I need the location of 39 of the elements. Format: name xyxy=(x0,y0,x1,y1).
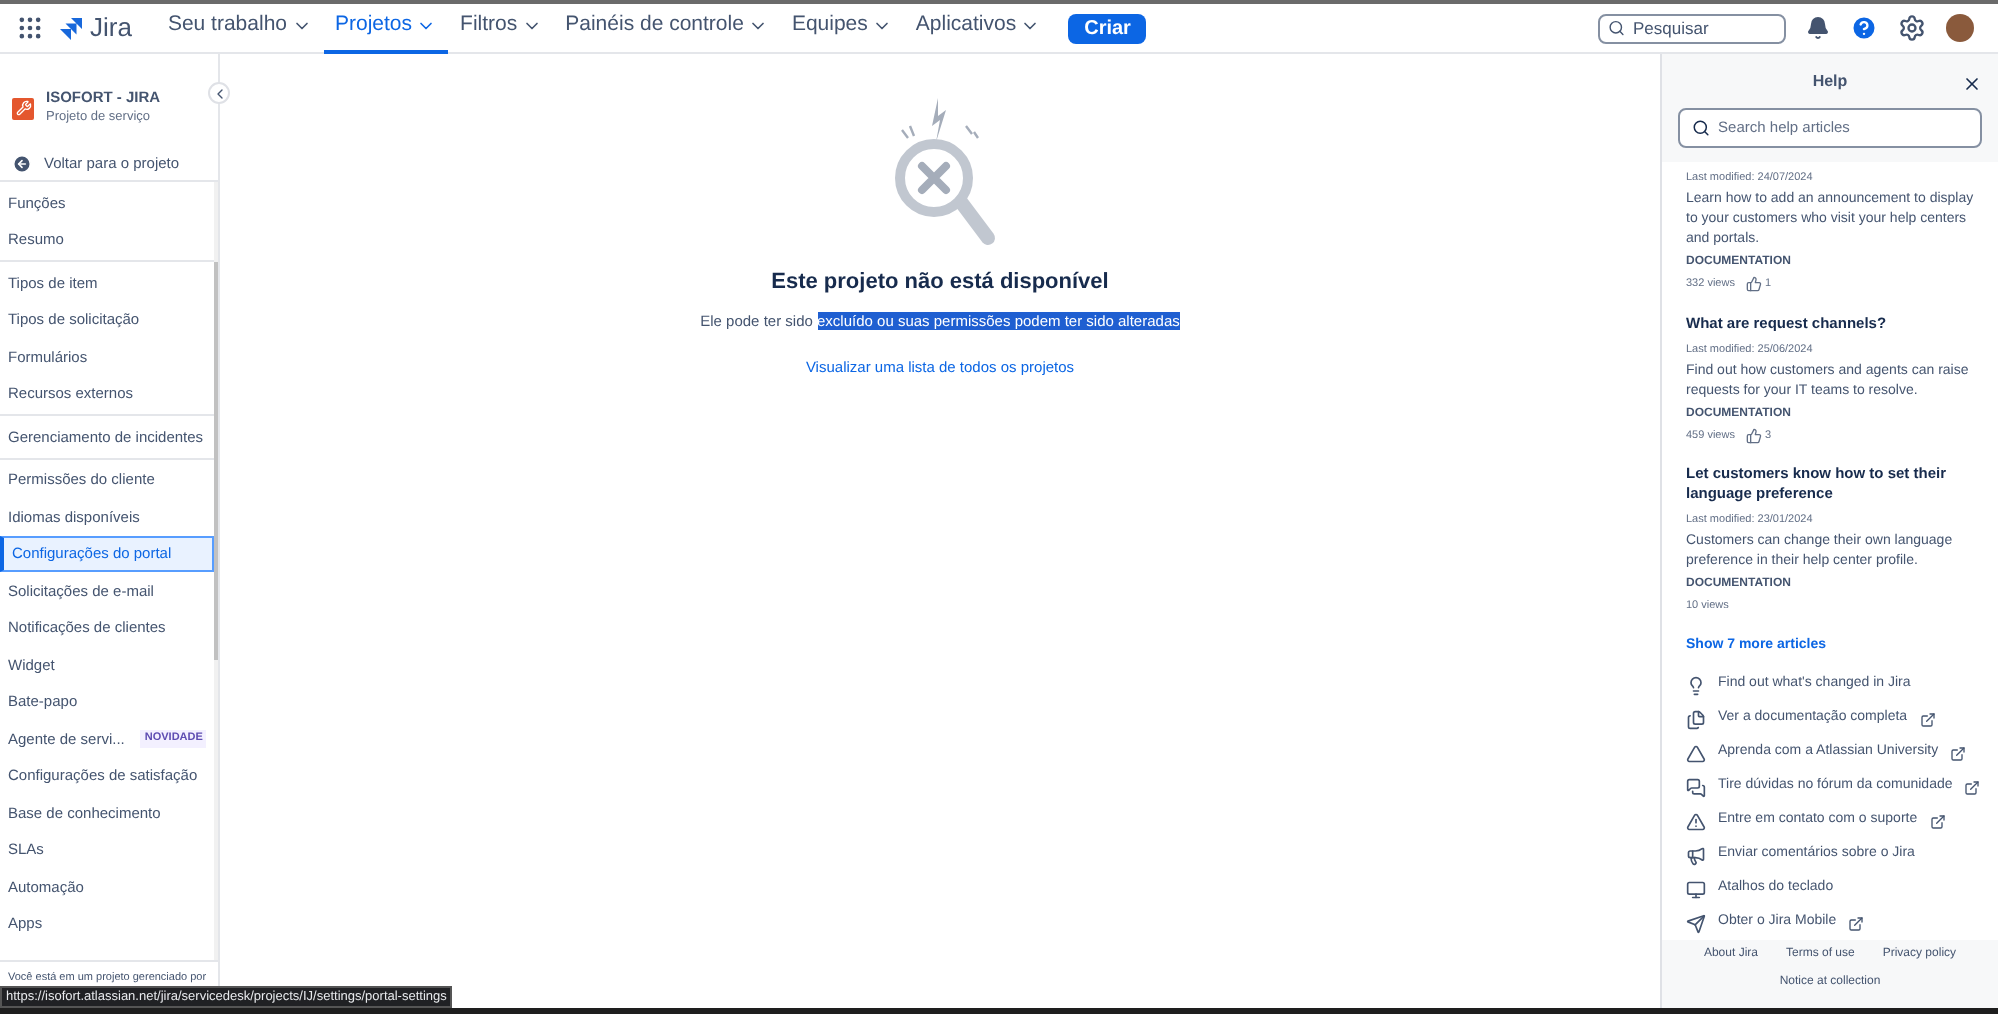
nav-menu[interactable]: Painéis de controle xyxy=(553,3,780,53)
triangle-icon xyxy=(1686,743,1706,763)
send-icon xyxy=(1686,913,1706,933)
product-name[interactable]: Jira xyxy=(90,8,132,48)
app-switcher-icon[interactable] xyxy=(16,14,44,42)
external-link-icon xyxy=(1848,915,1865,931)
nav-menu[interactable]: Seu trabalho xyxy=(155,3,323,53)
nav-menu[interactable]: Aplicativos xyxy=(903,3,1053,53)
search-input[interactable]: Pesquisar xyxy=(1633,15,1776,41)
panel-title: Help xyxy=(1812,69,1848,93)
megaphone-icon xyxy=(1686,845,1706,865)
avatar[interactable] xyxy=(1946,14,1974,42)
close-icon[interactable] xyxy=(1962,74,1982,94)
search-icon xyxy=(1692,118,1711,138)
logo-icon xyxy=(60,17,82,39)
create-button[interactable]: Criar xyxy=(1068,13,1147,43)
notifications-icon[interactable] xyxy=(1806,16,1830,40)
thumbs-up-icon xyxy=(1746,276,1763,293)
monitor-icon xyxy=(1686,879,1706,899)
settings-icon[interactable] xyxy=(1898,14,1926,42)
lightbulb-icon xyxy=(1686,675,1706,695)
search-icon xyxy=(1608,18,1626,38)
help-icon[interactable] xyxy=(1850,14,1878,42)
external-link-icon xyxy=(1964,779,1981,795)
external-link-icon xyxy=(1950,745,1967,761)
search-field[interactable]: Pesquisar xyxy=(1598,13,1786,43)
external-link-icon xyxy=(1919,711,1936,727)
nav-menu[interactable]: Equipes xyxy=(779,3,904,53)
nav-menu[interactable]: Projetos xyxy=(323,3,449,53)
project-icon xyxy=(12,97,34,119)
thumbs-up-icon xyxy=(1746,427,1763,444)
nav-menu[interactable]: Filtros xyxy=(448,3,554,53)
page-title: Este projeto não está disponível xyxy=(771,268,1109,298)
warning-icon xyxy=(1686,811,1706,831)
scrollbar[interactable] xyxy=(214,182,218,960)
external-link-icon xyxy=(1929,813,1946,829)
documents-icon xyxy=(1686,709,1706,729)
back-icon xyxy=(12,153,32,174)
chat-bubbles-icon xyxy=(1686,777,1706,797)
